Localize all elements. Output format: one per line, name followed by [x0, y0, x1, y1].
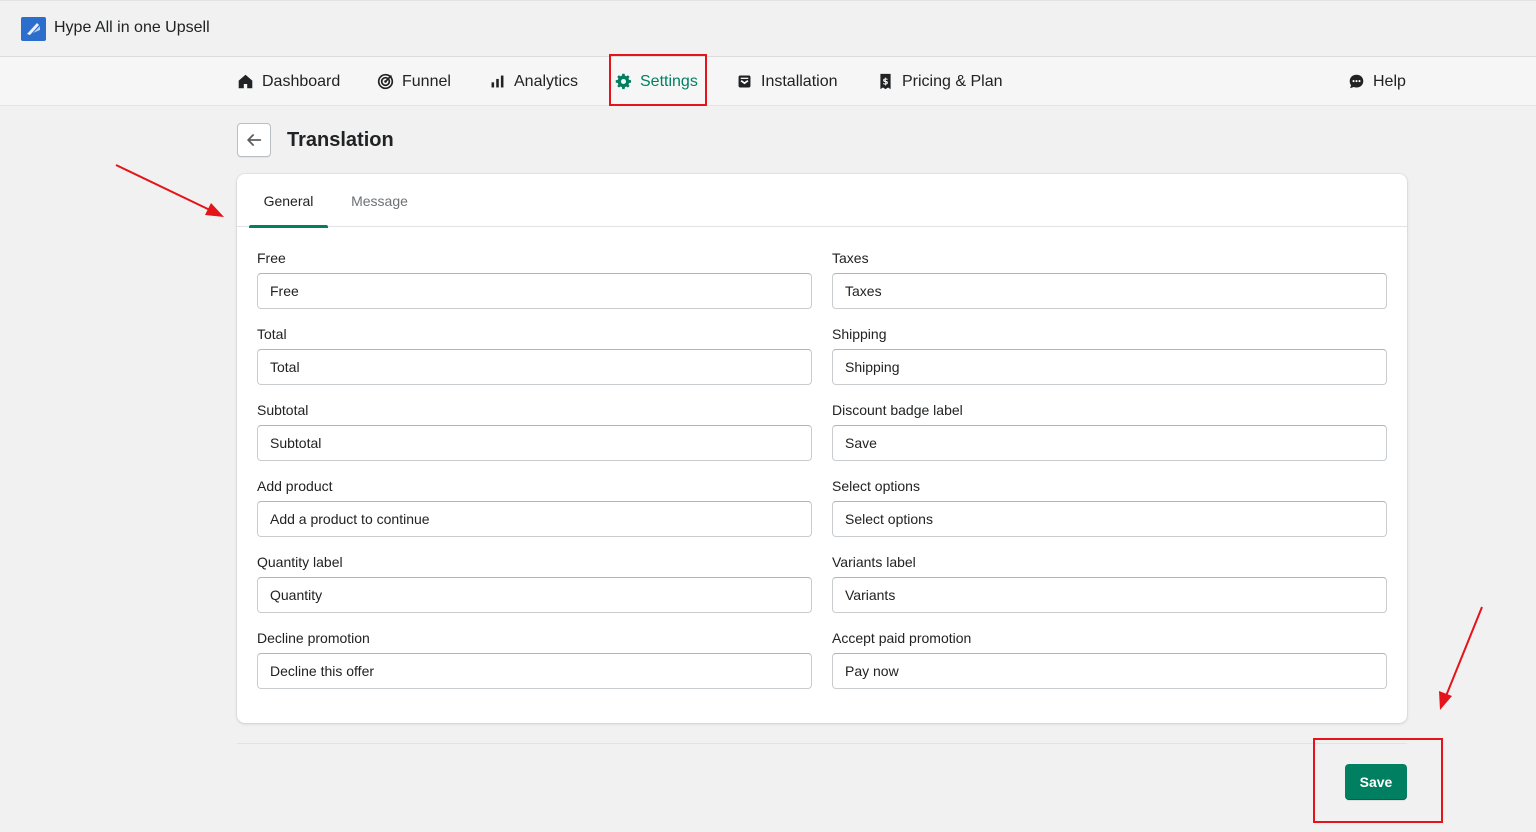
- tab-message[interactable]: Message: [338, 174, 421, 227]
- variants-label: Variants label: [832, 554, 916, 570]
- save-button[interactable]: Save: [1345, 764, 1407, 800]
- select-options-input[interactable]: [832, 501, 1387, 537]
- nav-item-label: Analytics: [514, 72, 579, 90]
- add-product-input[interactable]: [257, 501, 812, 537]
- page-title: Translation: [287, 129, 394, 151]
- footer-divider: [237, 743, 1407, 744]
- subtotal-input[interactable]: [257, 425, 812, 461]
- decline-promotion-label: Decline promotion: [257, 630, 370, 646]
- accept-paid-promotion-input[interactable]: [832, 653, 1387, 689]
- shipping-input[interactable]: [832, 349, 1387, 385]
- nav-item-settings[interactable]: Settings: [615, 57, 698, 106]
- dollar-receipt-icon: $: [880, 73, 891, 90]
- funnel-target-icon: [377, 73, 394, 90]
- back-button[interactable]: [237, 123, 271, 157]
- tab-bar: General Message: [237, 174, 1407, 228]
- shipping-label: Shipping: [832, 326, 887, 342]
- chat-bubble-icon: [1349, 74, 1364, 89]
- decline-promotion-input[interactable]: [257, 653, 812, 689]
- free-input[interactable]: [257, 273, 812, 309]
- app-header: Hype All in one Upsell: [0, 0, 1536, 57]
- quantity-input[interactable]: [257, 577, 812, 613]
- total-label: Total: [257, 326, 287, 342]
- app-logo-icon: [21, 17, 46, 41]
- select-options-label: Select options: [832, 478, 920, 494]
- add-product-label: Add product: [257, 478, 333, 494]
- nav-item-dashboard[interactable]: Dashboard: [237, 57, 340, 106]
- home-icon: [238, 74, 253, 89]
- main-navigation: Dashboard Funnel Analytics Settings Inst…: [0, 57, 1536, 106]
- nav-item-funnel[interactable]: Funnel: [377, 57, 451, 106]
- nav-item-installation[interactable]: Installation: [736, 57, 838, 106]
- taxes-input[interactable]: [832, 273, 1387, 309]
- gear-icon: [615, 73, 632, 90]
- nav-item-label: Help: [1373, 72, 1406, 90]
- nav-item-help[interactable]: Help: [1348, 57, 1406, 106]
- nav-item-label: Pricing & Plan: [902, 72, 1003, 90]
- total-input[interactable]: [257, 349, 812, 385]
- translation-card: General Message Free Taxes Total Shippin…: [237, 174, 1407, 723]
- nav-item-analytics[interactable]: Analytics: [489, 57, 578, 106]
- svg-text:$: $: [883, 77, 889, 87]
- nav-item-label: Funnel: [402, 72, 451, 90]
- discount-badge-label: Discount badge label: [832, 402, 963, 418]
- accept-paid-promotion-label: Accept paid promotion: [832, 630, 972, 646]
- discount-badge-input[interactable]: [832, 425, 1387, 461]
- nav-item-label: Settings: [640, 72, 698, 90]
- arrow-icon: [1439, 606, 1483, 710]
- nav-item-label: Dashboard: [262, 72, 341, 90]
- variants-input[interactable]: [832, 577, 1387, 613]
- free-label: Free: [257, 250, 286, 266]
- tab-general[interactable]: General: [249, 174, 328, 228]
- quantity-label: Quantity label: [257, 554, 343, 570]
- arrow-left-icon: [247, 134, 262, 146]
- app-title: Hype All in one Upsell: [54, 19, 210, 36]
- nav-item-pricing-plan[interactable]: $ Pricing & Plan: [877, 57, 1003, 106]
- nav-item-label: Installation: [761, 72, 838, 90]
- taxes-label: Taxes: [832, 250, 869, 266]
- arrow-icon: [115, 164, 224, 217]
- bar-chart-icon: [491, 75, 504, 88]
- install-icon: [738, 75, 751, 88]
- subtotal-label: Subtotal: [257, 402, 309, 418]
